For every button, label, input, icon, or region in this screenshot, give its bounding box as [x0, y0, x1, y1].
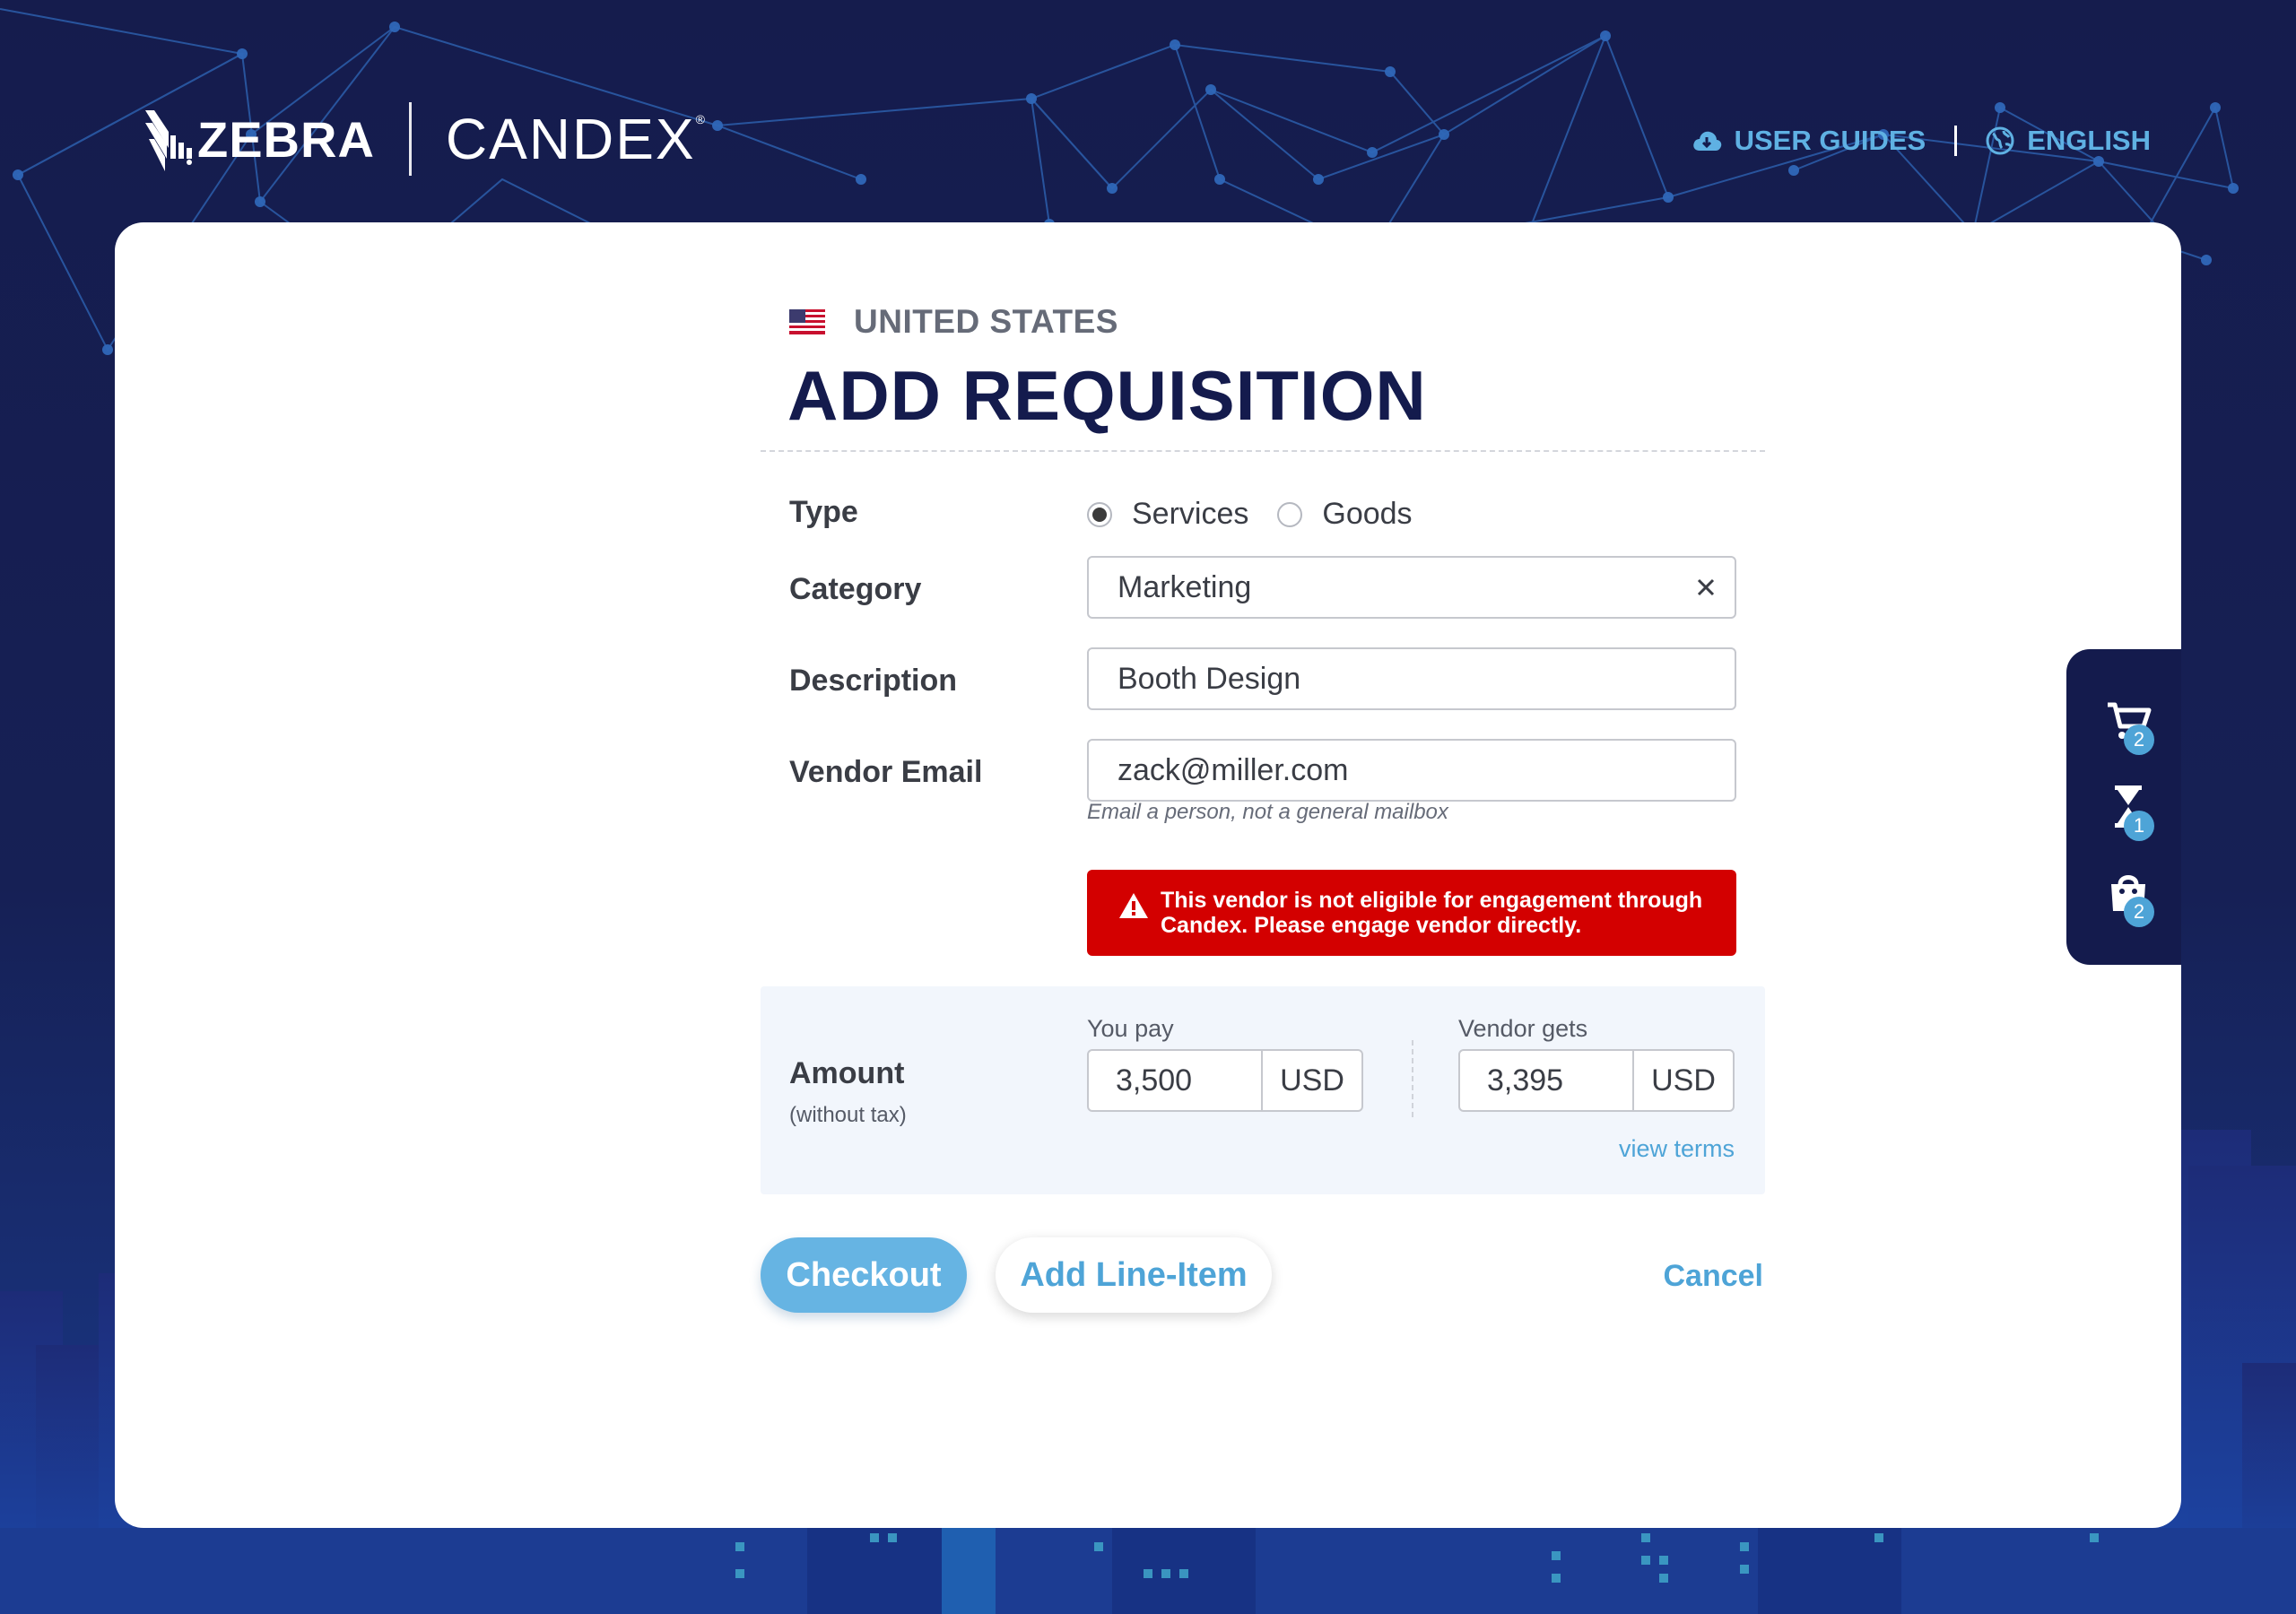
vendor-email-hint: Email a person, not a general mailbox: [1087, 800, 1448, 824]
you-pay-input-group: 3,500 USD: [1087, 1049, 1363, 1112]
clear-category-icon[interactable]: [1692, 573, 1720, 602]
logo-divider: [408, 102, 412, 176]
category-label: Category: [789, 572, 922, 606]
pending-dock-button[interactable]: 1: [2104, 782, 2161, 841]
radio-services[interactable]: [1087, 501, 1112, 527]
top-nav: USER GUIDES ENGLISH: [1692, 118, 2151, 163]
brand-logo[interactable]: ZEBRA CANDEX ®: [142, 100, 705, 178]
user-guides-link[interactable]: USER GUIDES: [1692, 125, 1926, 157]
amount-sublabel: (without tax): [789, 1103, 907, 1127]
category-value: Marketing: [1118, 570, 1252, 604]
radio-goods-label: Goods: [1322, 497, 1413, 531]
cart-count-badge: 2: [2124, 725, 2154, 755]
vendor-email-label: Vendor Email: [789, 755, 983, 789]
vendor-email-value: zack@miller.com: [1118, 753, 1349, 787]
vendor-gets-input-group: 3,395 USD: [1458, 1049, 1735, 1112]
zebra-logo-icon: [145, 110, 192, 171]
cancel-link[interactable]: Cancel: [1664, 1259, 1764, 1294]
vendor-email-field[interactable]: zack@miller.com: [1087, 739, 1736, 802]
vendor-gets-caption: Vendor gets: [1458, 1015, 1588, 1042]
us-flag-icon: [789, 309, 825, 334]
main-card: UNITED STATES ADD REQUISITION Type Servi…: [115, 222, 2181, 1528]
language-selector[interactable]: ENGLISH: [1986, 125, 2151, 157]
checkout-button[interactable]: Checkout: [761, 1237, 967, 1313]
description-field[interactable]: Booth Design: [1087, 647, 1736, 710]
cart-dock-button[interactable]: 2: [2104, 696, 2161, 755]
country-name: UNITED STATES: [854, 303, 1118, 340]
type-option-services[interactable]: Services: [1087, 497, 1248, 532]
amount-label: Amount: [789, 1056, 905, 1090]
radio-goods[interactable]: [1277, 501, 1303, 527]
you-pay-amount-input[interactable]: 3,500: [1089, 1051, 1263, 1110]
candex-wordmark: CANDEX: [445, 107, 696, 171]
vendor-error-alert: This vendor is not eligible for engageme…: [1087, 870, 1736, 956]
page-title: ADD REQUISITION: [787, 356, 1427, 435]
vendor-error-message: This vendor is not eligible for engageme…: [1161, 888, 1703, 938]
description-value: Booth Design: [1118, 662, 1301, 696]
amount-divider: [1412, 1040, 1413, 1117]
you-pay-currency-select[interactable]: USD: [1263, 1051, 1361, 1110]
you-pay-caption: You pay: [1087, 1015, 1174, 1042]
user-guides-label: USER GUIDES: [1734, 125, 1926, 156]
title-divider: [761, 450, 1765, 452]
orders-dock-button[interactable]: 2: [2104, 868, 2161, 927]
zebra-wordmark: ZEBRA: [197, 110, 375, 168]
orders-count-badge: 2: [2124, 897, 2154, 927]
amount-section: Amount (without tax) You pay 3,500 USD V…: [761, 986, 1765, 1194]
type-option-goods[interactable]: Goods: [1277, 497, 1413, 532]
cloud-download-icon: [1692, 131, 1721, 151]
nav-divider: [1954, 126, 1958, 156]
type-label: Type: [789, 495, 858, 529]
add-line-item-button[interactable]: Add Line-Item: [996, 1237, 1272, 1313]
warning-icon: [1119, 893, 1148, 918]
vendor-gets-currency-select[interactable]: USD: [1634, 1051, 1733, 1110]
type-radio-group: Services Goods: [1087, 497, 1441, 532]
vendor-gets-amount-input[interactable]: 3,395: [1460, 1051, 1634, 1110]
language-label: ENGLISH: [2027, 125, 2151, 156]
registered-mark: ®: [695, 112, 705, 126]
pending-count-badge: 1: [2124, 811, 2154, 841]
globe-icon: [1986, 126, 2014, 155]
description-label: Description: [789, 664, 958, 698]
radio-services-label: Services: [1132, 497, 1249, 531]
country-indicator: UNITED STATES: [789, 303, 1118, 341]
view-terms-link[interactable]: view terms: [1619, 1135, 1735, 1163]
category-select[interactable]: Marketing: [1087, 556, 1736, 619]
side-dock: 2 1 2: [2066, 649, 2181, 965]
